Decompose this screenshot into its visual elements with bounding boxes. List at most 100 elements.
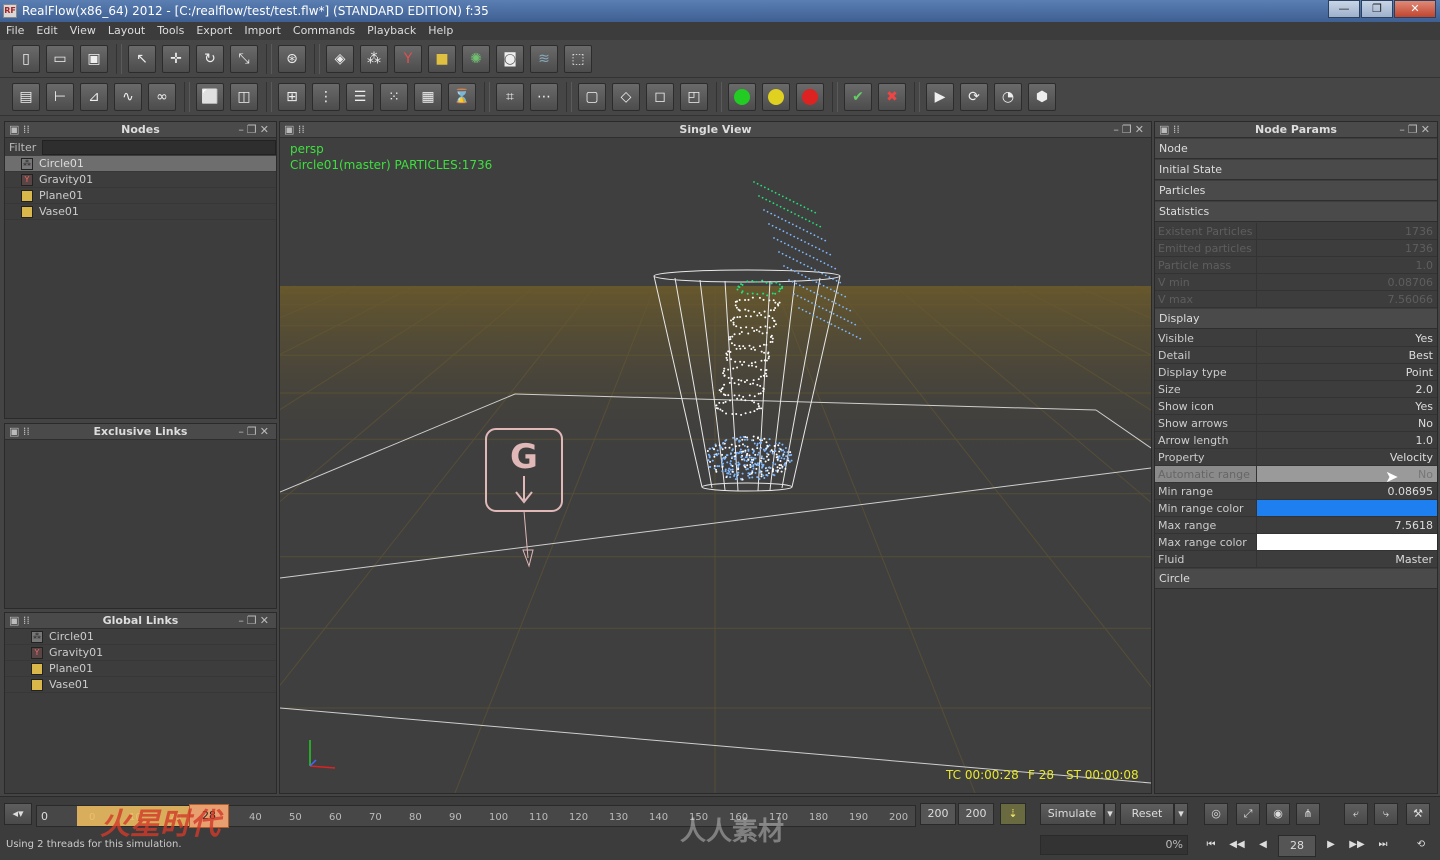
add-daemon-icon[interactable]: Y (394, 44, 422, 73)
section-display[interactable]: Display (1155, 309, 1437, 329)
add-particles-icon[interactable]: ⁂ (360, 44, 388, 73)
mesh-build-icon[interactable]: ⬢ (1028, 82, 1056, 111)
panel-controls-icon[interactable]: –❐✕ (1113, 122, 1147, 138)
step-forward-icon[interactable]: ▶▶ (1346, 837, 1368, 853)
panel-pin-icon[interactable]: ▣ ⁞⁞ (1159, 122, 1180, 138)
section-particles[interactable]: Particles (1155, 181, 1437, 201)
section-initial-state[interactable]: Initial State (1155, 160, 1437, 180)
panel-controls-icon[interactable]: –❐✕ (238, 424, 272, 440)
panel-controls-icon[interactable]: –❐✕ (1399, 122, 1433, 138)
param-show-arrows[interactable]: Show arrows No (1155, 415, 1437, 432)
scale-icon[interactable]: ⤡ (230, 44, 258, 73)
camera-orbit-icon[interactable]: ⊛ (278, 44, 306, 73)
node-item-gravity01[interactable]: Y Gravity01 (5, 172, 276, 188)
texture-icon[interactable]: ▦ (414, 82, 442, 111)
node-item-circle01[interactable]: ⁂ Circle01 (5, 156, 276, 172)
current-frame-field[interactable]: 28 (1278, 835, 1316, 857)
frame-all-icon[interactable]: ⋯ (530, 82, 558, 111)
param-visible[interactable]: Visible Yes (1155, 330, 1437, 347)
section-node[interactable]: Node (1155, 139, 1437, 159)
minimize-button[interactable]: — (1328, 0, 1360, 18)
add-mesh-icon[interactable]: ✺ (462, 44, 490, 73)
panel-pin-icon[interactable]: ▣ ⁞⁞ (284, 122, 305, 138)
param-display-type[interactable]: Display type Point (1155, 364, 1437, 381)
menu-file[interactable]: File (0, 22, 30, 40)
go-to-start-icon[interactable]: ⏮ (1200, 837, 1222, 853)
script-run-icon[interactable]: ▶ (926, 82, 954, 111)
param-arrow-length[interactable]: Arrow length 1.0 (1155, 432, 1437, 449)
reset-dropdown-icon[interactable]: ▾ (1174, 803, 1188, 825)
step-back-icon[interactable]: ◀◀ (1226, 837, 1248, 853)
settings-wrench-icon[interactable]: ⚒ (1406, 803, 1430, 825)
box-split-icon[interactable]: ◫ (230, 82, 258, 111)
param-max-range-color[interactable]: Max range color (1155, 534, 1437, 551)
link-item-vase01[interactable]: Vase01 (5, 677, 276, 693)
param-detail[interactable]: Detail Best (1155, 347, 1437, 364)
end-frame-field-a[interactable]: 200 (920, 803, 956, 825)
menu-view[interactable]: View (64, 22, 102, 40)
tool-link-icon[interactable]: ∞ (148, 82, 176, 111)
panel-pin-icon[interactable]: ▣ ⁞⁞ (9, 122, 30, 138)
panel-controls-icon[interactable]: –❐✕ (238, 613, 272, 629)
move-icon[interactable]: ✛ (162, 44, 190, 73)
max-range-color-swatch[interactable] (1257, 534, 1437, 550)
param-size[interactable]: Size 2.0 (1155, 381, 1437, 398)
notes-icon[interactable]: ☰ (346, 82, 374, 111)
reset-button[interactable]: Reset (1120, 803, 1174, 825)
panel-pin-icon[interactable]: ▣ ⁞⁞ (9, 613, 30, 629)
prev-key-icon[interactable]: ⤶ (1344, 803, 1368, 825)
close-button[interactable]: ✕ (1394, 0, 1436, 18)
save-scene-icon[interactable]: ▣ (80, 44, 108, 73)
add-camera-icon[interactable]: ◙ (496, 44, 524, 73)
param-max-range[interactable]: Max range 7.5618 (1155, 517, 1437, 534)
filter-input[interactable] (42, 139, 276, 155)
link-item-plane01[interactable]: Plane01 (5, 661, 276, 677)
green-status-icon[interactable] (728, 82, 756, 111)
link-item-circle01[interactable]: ⁂ Circle01 (5, 629, 276, 645)
view-persp-icon[interactable]: ◰ (680, 82, 708, 111)
spreadsheet-icon[interactable]: ⊞ (278, 82, 306, 111)
add-object-icon[interactable]: ■ (428, 44, 456, 73)
add-emitter-icon[interactable]: ◈ (326, 44, 354, 73)
timer-icon[interactable]: ◔ (994, 82, 1022, 111)
panel-pin-icon[interactable]: ▣ ⁞⁞ (9, 424, 30, 440)
menu-layout[interactable]: Layout (102, 22, 151, 40)
rotate-icon[interactable]: ↻ (196, 44, 224, 73)
frame-selected-icon[interactable]: ⌗ (496, 82, 524, 111)
loop-icon[interactable]: ⟲ (1410, 837, 1432, 853)
tool-ruler-icon[interactable]: ⊢ (46, 82, 74, 111)
box-view-icon[interactable]: ⬜ (196, 82, 224, 111)
node-item-vase01[interactable]: Vase01 (5, 204, 276, 220)
particles-dots-icon[interactable]: ⁙ (380, 82, 408, 111)
view-front-icon[interactable]: ▢ (578, 82, 606, 111)
next-key-icon[interactable]: ⤷ (1374, 803, 1398, 825)
end-frame-field-b[interactable]: 200 (958, 803, 994, 825)
maximize-button[interactable]: ❐ (1361, 0, 1393, 18)
menu-playback[interactable]: Playback (361, 22, 422, 40)
tool-curve-icon[interactable]: ∿ (114, 82, 142, 111)
tool-measure-icon[interactable]: ⊿ (80, 82, 108, 111)
set-key-icon[interactable]: ⇣ (1000, 803, 1026, 825)
open-scene-icon[interactable]: ▭ (46, 44, 74, 73)
min-range-color-swatch[interactable] (1257, 500, 1437, 516)
node-item-plane01[interactable]: Plane01 (5, 188, 276, 204)
panel-controls-icon[interactable]: –❐✕ (238, 122, 272, 138)
menu-tools[interactable]: Tools (151, 22, 190, 40)
export-cancel-icon[interactable]: ✖ (878, 82, 906, 111)
view-top-icon[interactable]: ◻ (646, 82, 674, 111)
hourglass-icon[interactable]: ⌛ (448, 82, 476, 111)
menu-import[interactable]: Import (238, 22, 287, 40)
export-icon[interactable]: ⤢ (1236, 803, 1260, 825)
add-rbd-icon[interactable]: ⬚ (564, 44, 592, 73)
script-batch-icon[interactable]: ⟳ (960, 82, 988, 111)
export-check-icon[interactable]: ✔ (844, 82, 872, 111)
menu-commands[interactable]: Commands (287, 22, 361, 40)
scene-canvas[interactable]: G (280, 138, 1151, 793)
visibility-icon[interactable]: ◉ (1266, 803, 1290, 825)
view-side-icon[interactable]: ◇ (612, 82, 640, 111)
timeline-menu-button[interactable]: ◂▾ (4, 803, 32, 825)
select-icon[interactable]: ↖ (128, 44, 156, 73)
simulate-dropdown-icon[interactable]: ▾ (1104, 803, 1116, 825)
go-to-end-icon[interactable]: ⏭ (1372, 837, 1394, 853)
section-statistics[interactable]: Statistics (1155, 202, 1437, 222)
